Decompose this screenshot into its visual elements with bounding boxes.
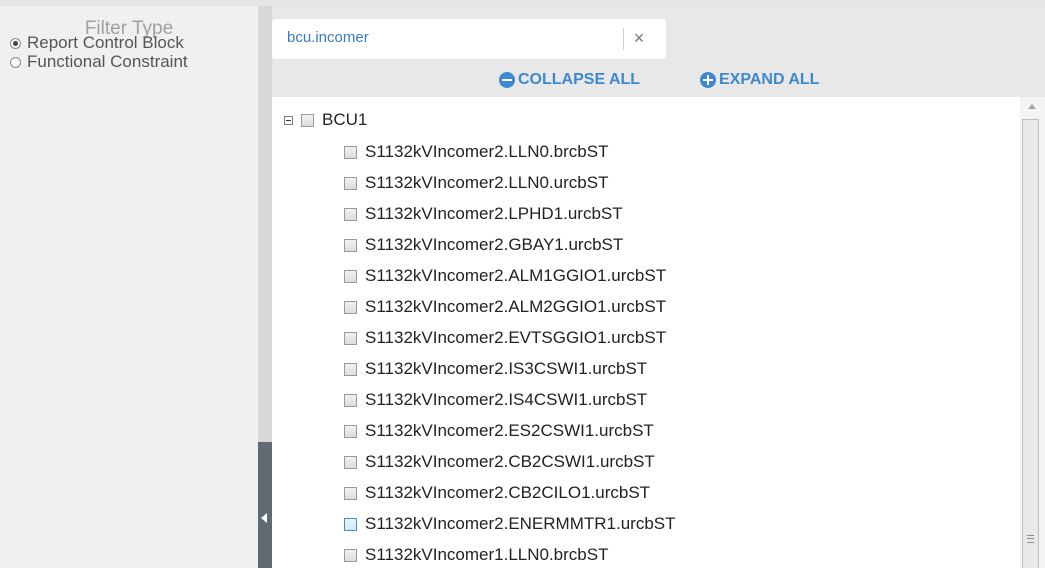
item-checkbox[interactable]	[344, 238, 357, 252]
tree-item-label: S1132kVIncomer2.IS4CSWI1.urcbST	[365, 390, 648, 409]
tree-item[interactable]: S1132kVIncomer2.IS3CSWI1.urcbST	[344, 357, 647, 381]
item-checkbox[interactable]	[344, 455, 357, 469]
search-separator	[623, 28, 624, 50]
tree-view: BCU1 S1132kVIncomer2.LLN0.brcbST S1132kV…	[272, 97, 1020, 568]
tree-item[interactable]: S1132kVIncomer2.LPHD1.urcbST	[344, 202, 623, 226]
item-checkbox[interactable]	[344, 424, 357, 438]
expand-all-button[interactable]: EXPAND ALL	[700, 70, 819, 90]
tree-item[interactable]: S1132kVIncomer2.ES2CSWI1.urcbST	[344, 419, 654, 443]
filter-option-label: Report Control Block	[27, 33, 184, 52]
collapse-left-arrow-icon[interactable]	[261, 513, 267, 523]
collapse-all-label: COLLAPSE ALL	[518, 71, 641, 88]
tree-item[interactable]: S1132kVIncomer1.LLN0.brcbST	[344, 543, 608, 567]
item-checkbox[interactable]	[344, 362, 357, 376]
item-checkbox[interactable]	[344, 207, 357, 221]
tree-item-label: S1132kVIncomer2.LLN0.urcbST	[365, 173, 609, 192]
item-checkbox[interactable]	[344, 145, 357, 159]
item-checkbox[interactable]	[344, 517, 357, 531]
scrollbar-thumb[interactable]	[1022, 119, 1039, 568]
tree-item[interactable]: S1132kVIncomer2.IS4CSWI1.urcbST	[344, 388, 647, 412]
tree-item-label: S1132kVIncomer1.LLN0.brcbST	[365, 545, 609, 564]
minus-circle-icon	[499, 72, 515, 88]
item-checkbox[interactable]	[344, 548, 357, 562]
scroll-grip-icon	[1027, 535, 1034, 543]
item-checkbox[interactable]	[344, 300, 357, 314]
filter-option-report-control-block[interactable]: Report Control Block	[10, 33, 184, 53]
tree-item-label: S1132kVIncomer2.GBAY1.urcbST	[365, 235, 624, 254]
tree-item-label: S1132kVIncomer2.ES2CSWI1.urcbST	[365, 421, 654, 440]
tree-item-label: S1132kVIncomer2.ENERMMTR1.urcbST	[365, 514, 676, 533]
tree-root-node[interactable]: BCU1	[284, 110, 367, 130]
filter-panel: Filter Type Report Control Block Functio…	[0, 6, 258, 568]
tree-item-label: S1132kVIncomer2.LLN0.brcbST	[365, 142, 609, 161]
clear-search-icon[interactable]: ×	[629, 26, 649, 50]
tree-item-label: S1132kVIncomer2.CB2CSWI1.urcbST	[365, 452, 655, 471]
tree-item[interactable]: S1132kVIncomer2.EVTSGGIO1.urcbST	[344, 326, 666, 350]
tree-item[interactable]: S1132kVIncomer2.ALM1GGIO1.urcbST	[344, 264, 666, 288]
collapse-all-button[interactable]: COLLAPSE ALL	[499, 70, 640, 90]
tree-toolbar	[272, 64, 1045, 97]
tree-item-label: S1132kVIncomer2.CB2CILO1.urcbST	[365, 483, 651, 502]
tree-item-label: S1132kVIncomer2.EVTSGGIO1.urcbST	[365, 328, 667, 347]
radio-selected-icon[interactable]	[10, 37, 21, 49]
root-checkbox[interactable]	[301, 113, 314, 127]
tree-item[interactable]: S1132kVIncomer2.LLN0.brcbST	[344, 140, 608, 164]
item-checkbox[interactable]	[344, 269, 357, 283]
tree-item-label: S1132kVIncomer2.ALM2GGIO1.urcbST	[365, 297, 667, 316]
expand-all-label: EXPAND ALL	[719, 71, 820, 88]
tree-item[interactable]: S1132kVIncomer2.CB2CSWI1.urcbST	[344, 450, 655, 474]
radio-unselected-icon[interactable]	[10, 56, 21, 68]
item-checkbox[interactable]	[344, 393, 357, 407]
item-checkbox[interactable]	[344, 486, 357, 500]
search-input[interactable]	[287, 25, 617, 49]
item-checkbox[interactable]	[344, 331, 357, 345]
splitter-handle[interactable]	[258, 442, 272, 568]
tree-item-label: S1132kVIncomer2.ALM1GGIO1.urcbST	[365, 266, 667, 285]
tree-item[interactable]: S1132kVIncomer2.ALM2GGIO1.urcbST	[344, 295, 666, 319]
scroll-up-arrow-icon[interactable]	[1028, 104, 1036, 109]
filter-option-label: Functional Constraint	[27, 52, 188, 71]
item-checkbox[interactable]	[344, 176, 357, 190]
plus-circle-icon	[700, 72, 716, 88]
tree-item[interactable]: S1132kVIncomer2.ENERMMTR1.urcbST	[344, 512, 676, 536]
tree-item-label: S1132kVIncomer2.IS3CSWI1.urcbST	[365, 359, 648, 378]
tree-root-label: BCU1	[322, 110, 368, 129]
collapse-node-icon[interactable]	[284, 115, 293, 125]
filter-option-functional-constraint[interactable]: Functional Constraint	[10, 52, 188, 72]
tree-item-label: S1132kVIncomer2.LPHD1.urcbST	[365, 204, 623, 223]
tree-item[interactable]: S1132kVIncomer2.LLN0.urcbST	[344, 171, 608, 195]
tree-item[interactable]: S1132kVIncomer2.GBAY1.urcbST	[344, 233, 623, 257]
tree-item[interactable]: S1132kVIncomer2.CB2CILO1.urcbST	[344, 481, 650, 505]
